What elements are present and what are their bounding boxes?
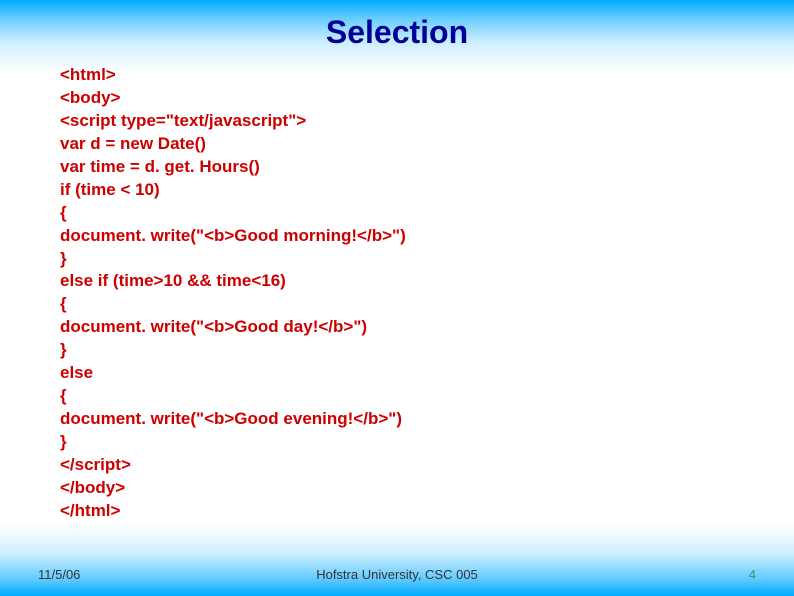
- footer-center: Hofstra University, CSC 005: [0, 567, 794, 582]
- footer-page-number: 4: [749, 567, 756, 582]
- slide-title: Selection: [0, 0, 794, 59]
- code-block: <html> <body> <script type="text/javascr…: [60, 64, 406, 523]
